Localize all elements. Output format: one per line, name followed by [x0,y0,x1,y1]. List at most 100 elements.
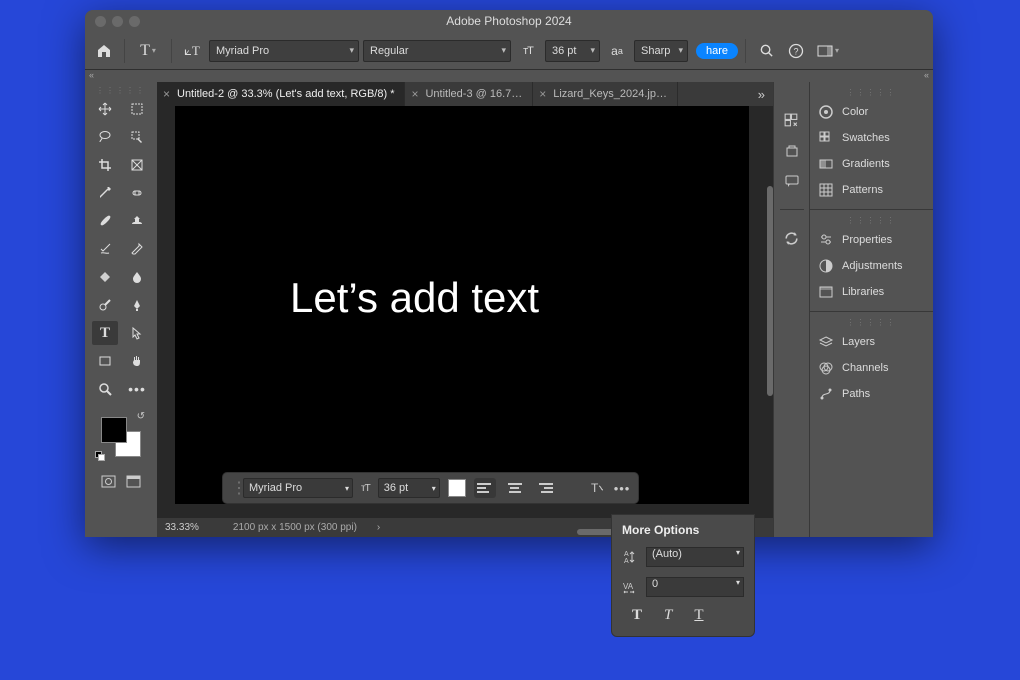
more-options-title: More Options [622,523,744,537]
color-swatches[interactable]: ↺ [99,415,143,459]
share-button[interactable]: hare [696,43,738,59]
libraries-panel-icon[interactable] [784,143,800,159]
document-tab[interactable]: Lizard_Keys_2024.jp… [533,82,678,106]
more-options-button[interactable]: ••• [614,481,631,496]
properties-panel-tab[interactable]: Properties [810,227,933,253]
default-colors-icon[interactable] [95,451,105,461]
collapse-left-icon[interactable]: « [89,70,94,82]
warp-text-button[interactable]: T [588,480,606,496]
foreground-color[interactable] [101,417,127,443]
panel-grip[interactable]: ⋮⋮⋮⋮⋮ [810,318,933,327]
channels-panel-tab[interactable]: Channels [810,355,933,381]
frame-tool[interactable] [124,153,150,177]
layers-panel-tab[interactable]: Layers [810,329,933,355]
gradients-panel-tab[interactable]: Gradients [810,151,933,177]
close-window-button[interactable] [95,16,106,27]
history-panel-icon[interactable] [783,112,800,129]
rectangle-tool[interactable] [92,349,118,373]
patterns-panel-tab[interactable]: Patterns [810,177,933,203]
gradient-tool[interactable] [92,265,118,289]
zoom-level[interactable]: 33.33% [165,522,199,533]
color-panel-tab[interactable]: Color [810,99,933,125]
font-style-dropdown[interactable]: Regular [363,40,511,62]
align-center-button[interactable] [504,478,526,498]
minimize-window-button[interactable] [112,16,123,27]
tracking-dropdown[interactable]: 0 [646,577,744,597]
type-tool[interactable]: T [92,321,118,345]
toolbox: ⋮⋮⋮⋮⋮ T [85,82,157,537]
document-tab[interactable]: Untitled-2 @ 33.3% (Let's add text, RGB/… [157,82,405,106]
lasso-tool[interactable] [92,125,118,149]
font-size-icon: ᴛT [515,38,541,64]
collapsed-panel-dock [773,82,809,537]
document-dimensions[interactable]: 2100 px x 1500 px (300 ppi) [233,522,357,533]
anti-alias-dropdown[interactable]: Sharp [634,40,688,62]
faux-italic-button[interactable]: T [664,607,672,624]
edit-toolbar-button[interactable]: ••• [124,377,150,401]
history-brush-tool[interactable] [92,237,118,261]
tracking-icon: VA [622,579,640,595]
font-family-dropdown[interactable]: Myriad Pro [209,40,359,62]
text-orientation-toggle[interactable]: ⟀T [179,38,205,64]
text-color-swatch[interactable] [448,479,466,497]
svg-text:A: A [624,558,629,565]
align-left-button[interactable] [474,478,496,498]
home-button[interactable] [91,38,117,64]
tab-overflow-icon[interactable]: » [750,87,773,102]
quick-mask-button[interactable] [101,475,116,488]
brush-tool[interactable] [92,209,118,233]
refresh-panel-icon[interactable] [783,230,800,247]
collapse-right-icon[interactable]: « [924,70,929,82]
leading-dropdown[interactable]: (Auto) [646,547,744,567]
screen-mode-button[interactable] [126,475,141,488]
blur-tool[interactable] [124,265,150,289]
quick-select-tool[interactable] [124,125,150,149]
window-controls [95,16,140,27]
text-layer-content[interactable]: Let’s add text [290,274,539,322]
window-title: Adobe Photoshop 2024 [85,14,933,28]
font-size-dropdown[interactable]: 36 pt [545,40,600,62]
canvas-viewport[interactable]: Let’s add text [157,106,773,518]
adjustments-panel-tab[interactable]: Adjustments [810,253,933,279]
healing-brush-tool[interactable] [124,181,150,205]
pen-tool[interactable] [124,293,150,317]
options-bar: T▾ ⟀T Myriad Pro Regular ᴛT 36 pt aa Sha… [85,32,933,70]
eyedropper-tool[interactable] [92,181,118,205]
faux-bold-button[interactable]: T [632,607,642,624]
crop-tool[interactable] [92,153,118,177]
eraser-tool[interactable] [124,237,150,261]
vertical-scrollbar[interactable] [767,186,773,396]
ctx-font-family-dropdown[interactable]: Myriad Pro [243,478,353,498]
text-tool-indicator[interactable]: T▾ [132,38,164,64]
zoom-tool[interactable] [92,377,118,401]
libraries-panel-tab[interactable]: Libraries [810,279,933,305]
status-chevron-icon[interactable]: › [377,522,380,533]
help-button[interactable]: ? [783,38,809,64]
document-tab[interactable]: Untitled-3 @ 16.7… [405,82,533,106]
move-tool[interactable] [92,97,118,121]
panel-grip[interactable]: ⋮⋮⋮⋮⋮ [810,216,933,225]
hand-tool[interactable] [124,349,150,373]
swatches-panel-tab[interactable]: Swatches [810,125,933,151]
align-right-button[interactable] [534,478,556,498]
drag-handle-icon[interactable]: ⋮ [231,478,235,498]
search-button[interactable] [753,38,779,64]
underline-button[interactable]: T [694,607,703,624]
comments-panel-icon[interactable] [784,173,800,189]
zoom-window-button[interactable] [129,16,140,27]
svg-text:?: ? [794,46,799,56]
paths-panel-tab[interactable]: Paths [810,381,933,407]
marquee-tool[interactable] [124,97,150,121]
ctx-font-size-dropdown[interactable]: 36 pt [378,478,440,498]
panel-grip[interactable]: ⋮⋮⋮⋮⋮ [810,88,933,97]
workspace-switcher[interactable]: ▾ [813,38,843,64]
canvas[interactable]: Let’s add text [175,106,749,504]
dodge-tool[interactable] [92,293,118,317]
swap-colors-icon[interactable]: ↺ [137,411,145,422]
panel-collapse-row: « « [85,70,933,82]
svg-text:T: T [591,481,599,495]
path-select-tool[interactable] [124,321,150,345]
toolbox-grip[interactable]: ⋮⋮⋮⋮⋮ [96,86,146,95]
clone-stamp-tool[interactable] [124,209,150,233]
contextual-task-bar[interactable]: ⋮ Myriad Pro ᴛT 36 pt T ••• [222,472,639,504]
